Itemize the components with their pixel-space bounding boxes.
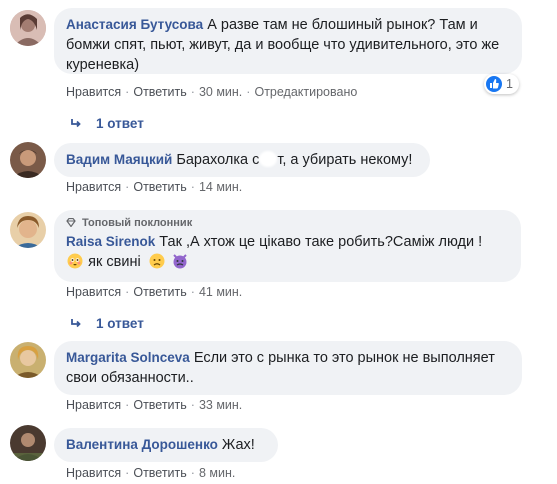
separator: · (246, 85, 251, 99)
reaction-summary[interactable]: 1 (484, 74, 519, 94)
reply-link[interactable]: Ответить (133, 285, 186, 299)
badge-label: Топовый поклонник (82, 217, 193, 229)
separator: · (190, 85, 195, 99)
comment-author[interactable]: Raisa Sirenok (66, 234, 155, 249)
separator: · (125, 466, 130, 480)
avatar[interactable] (10, 212, 46, 248)
like-link[interactable]: Нравится (66, 85, 121, 99)
reaction-count: 1 (506, 77, 513, 91)
replies-count: 1 ответ (96, 116, 144, 131)
diamond-icon (66, 217, 76, 228)
reply-link[interactable]: Ответить (133, 85, 186, 99)
like-link[interactable]: Нравится (66, 285, 121, 299)
separator: · (125, 85, 130, 99)
comment-bubble: Топовый поклонник Raisa Sirenok Так ,А хт… (54, 210, 521, 282)
separator: · (125, 285, 130, 299)
comment-text: Барахолка с т, а убирать некому! (176, 151, 413, 168)
view-replies-link[interactable]: 1 ответ (70, 116, 144, 131)
separator: · (190, 285, 195, 299)
comment-actions: Нравится · Ответить · 41 мин. (66, 285, 242, 299)
comment-time[interactable]: 8 мин. (199, 466, 235, 480)
separator: · (190, 180, 195, 194)
avatar[interactable] (10, 425, 46, 461)
reply-arrow-icon (70, 116, 82, 131)
comment-text: Жах! (221, 437, 255, 453)
reply-link[interactable]: Ответить (133, 466, 186, 480)
comment-actions: Нравится · Ответить · 8 мин. (66, 466, 235, 480)
separator: · (190, 398, 195, 412)
replies-count: 1 ответ (96, 316, 144, 331)
comment-author[interactable]: Margarita Solnceva (66, 350, 190, 365)
comment-bubble: Margarita Solnceva Если это с рынка то эт… (54, 341, 522, 395)
reply-arrow-icon (70, 316, 82, 331)
comment-author[interactable]: Анастасия Бутусова (66, 17, 203, 32)
view-replies-link[interactable]: 1 ответ (70, 316, 144, 331)
avatar[interactable] (10, 342, 46, 378)
comment-actions: Нравится · Ответить · 33 мин. (66, 398, 242, 412)
comment-author[interactable]: Валентина Дорошенко (66, 437, 218, 452)
like-link[interactable]: Нравится (66, 398, 121, 412)
separator: · (190, 466, 195, 480)
separator: · (125, 180, 130, 194)
comment-text-part: т, а убирать некому! (277, 152, 413, 168)
worried-face-icon (149, 253, 165, 269)
comment-time[interactable]: 33 мин. (199, 398, 242, 412)
comment-text-part: Барахолка с (176, 152, 260, 168)
comment-time[interactable]: 14 мин. (199, 180, 242, 194)
comment-author[interactable]: Вадим Маяцкий (66, 152, 172, 167)
avatar[interactable] (10, 142, 46, 178)
comment-time[interactable]: 30 мин. (199, 85, 242, 99)
reply-link[interactable]: Ответить (133, 398, 186, 412)
like-link[interactable]: Нравится (66, 466, 121, 480)
redaction-mark (259, 151, 278, 167)
avatar[interactable] (10, 10, 46, 46)
reply-link[interactable]: Ответить (133, 180, 186, 194)
comment-bubble: Валентина Дорошенко Жах! (54, 428, 278, 462)
top-fan-badge: Топовый поклонник (66, 216, 509, 230)
like-link[interactable]: Нравится (66, 180, 121, 194)
comment-time[interactable]: 41 мин. (199, 285, 242, 299)
separator: · (125, 398, 130, 412)
like-icon (486, 76, 502, 92)
comment-actions: Нравится · Ответить · 30 мин. · Отредактирован… (66, 85, 357, 99)
comment-bubble: Анастасия Бутусова А разве там не блошины… (54, 8, 522, 74)
comment-text: Так ,А хтож це цікаво таке робить?Саміж … (159, 234, 483, 250)
comment-text-line: як свині (88, 254, 141, 270)
comment-actions: Нравится · Ответить · 14 мин. (66, 180, 242, 194)
flushed-face-icon (67, 253, 83, 269)
angry-devil-icon (172, 253, 188, 269)
edited-label: Отредактировано (254, 85, 358, 99)
comment-bubble: Вадим Маяцкий Барахолка с т, а убирать нек… (54, 143, 430, 177)
